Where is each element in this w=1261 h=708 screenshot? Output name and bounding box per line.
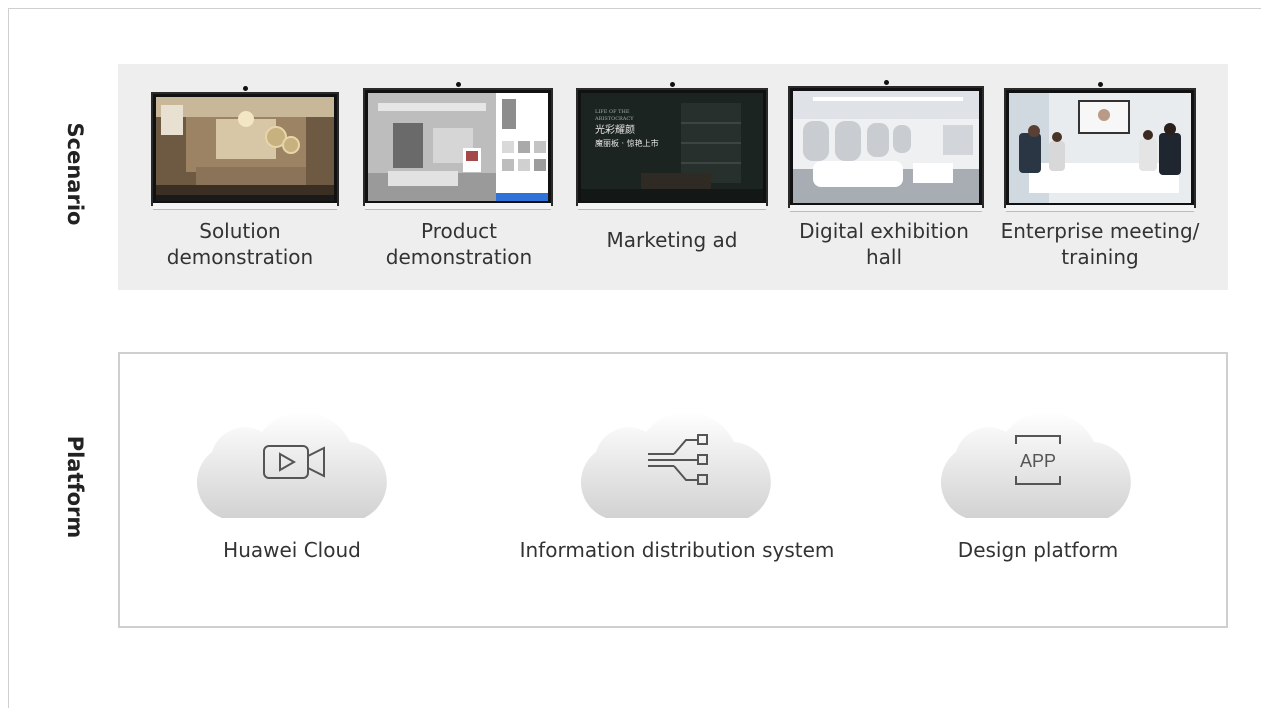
platform-section-label: Platform [63,435,87,539]
screen-solution-demonstration [151,86,339,210]
caption-enterprise-meeting: Enterprise meeting/ training [990,218,1210,270]
camera-dot [1098,82,1103,87]
platform-label-information-distribution: Information distribution system [519,538,835,562]
caption-solution-demonstration: Solution demonstration [160,218,320,270]
caption-marketing-ad: Marketing ad [592,227,752,253]
marketing-text-2: ARISTOCRACY [594,116,634,122]
screen-marketing-ad: LIFE OF THE ARISTOCRACY 光彩耀颜 魔丽板 · 惊艳上市 [576,82,768,210]
camera-dot [243,86,248,91]
app-icon: APP [1015,435,1061,485]
screen-bezel [153,203,337,210]
caption-line1: Product [421,219,497,243]
platform-label-huawei-cloud: Huawei Cloud [223,538,361,562]
distribution-tree-icon [648,434,708,485]
platform-label-design-platform: Design platform [957,538,1119,562]
caption-line1: Digital exhibition [799,219,969,243]
screen-bezel [578,203,766,210]
marketing-text-3: 光彩耀颜 [595,123,635,136]
screen-product-demonstration [363,82,553,210]
camera-dot [456,82,461,87]
caption-line2: training [1061,245,1139,269]
product-showroom-image [368,93,548,201]
camera-dot [670,82,675,87]
caption-line1: Enterprise meeting/ [1000,219,1200,243]
camera-dot [884,80,889,85]
exhibition-hall-image [793,91,979,203]
caption-product-demonstration: Product demonstration [379,218,539,270]
screen-enterprise-meeting [1004,82,1196,212]
living-room-image [156,97,334,201]
scenario-band: LIFE OF THE ARISTOCRACY 光彩耀颜 魔丽板 · 惊艳上市 [118,64,1228,290]
screen-bezel [790,205,982,212]
caption-line2: demonstration [385,245,533,269]
marketing-text-1: LIFE OF THE [595,109,630,115]
marketing-text-4: 魔丽板 · 惊艳上市 [595,138,659,148]
caption-digital-exhibition-hall: Digital exhibition hall [784,218,984,270]
screen-digital-exhibition-hall [788,80,984,212]
meeting-room-image [1009,93,1191,203]
caption-line2: demonstration [166,245,314,269]
marketing-ad-image: LIFE OF THE ARISTOCRACY 光彩耀颜 魔丽板 · 惊艳上市 [581,93,763,201]
caption-line1: Solution [199,219,281,243]
screen-bezel [1006,205,1194,212]
caption-line2: hall [865,245,903,269]
scenario-section-label: Scenario [63,122,87,226]
caption-line1: Marketing ad [606,228,738,252]
screen-bezel [365,203,551,210]
platform-box: Huawei Cloud Information distribution sy… [118,352,1228,628]
video-camera-icon [263,445,325,479]
app-icon-text: APP [1020,451,1056,471]
